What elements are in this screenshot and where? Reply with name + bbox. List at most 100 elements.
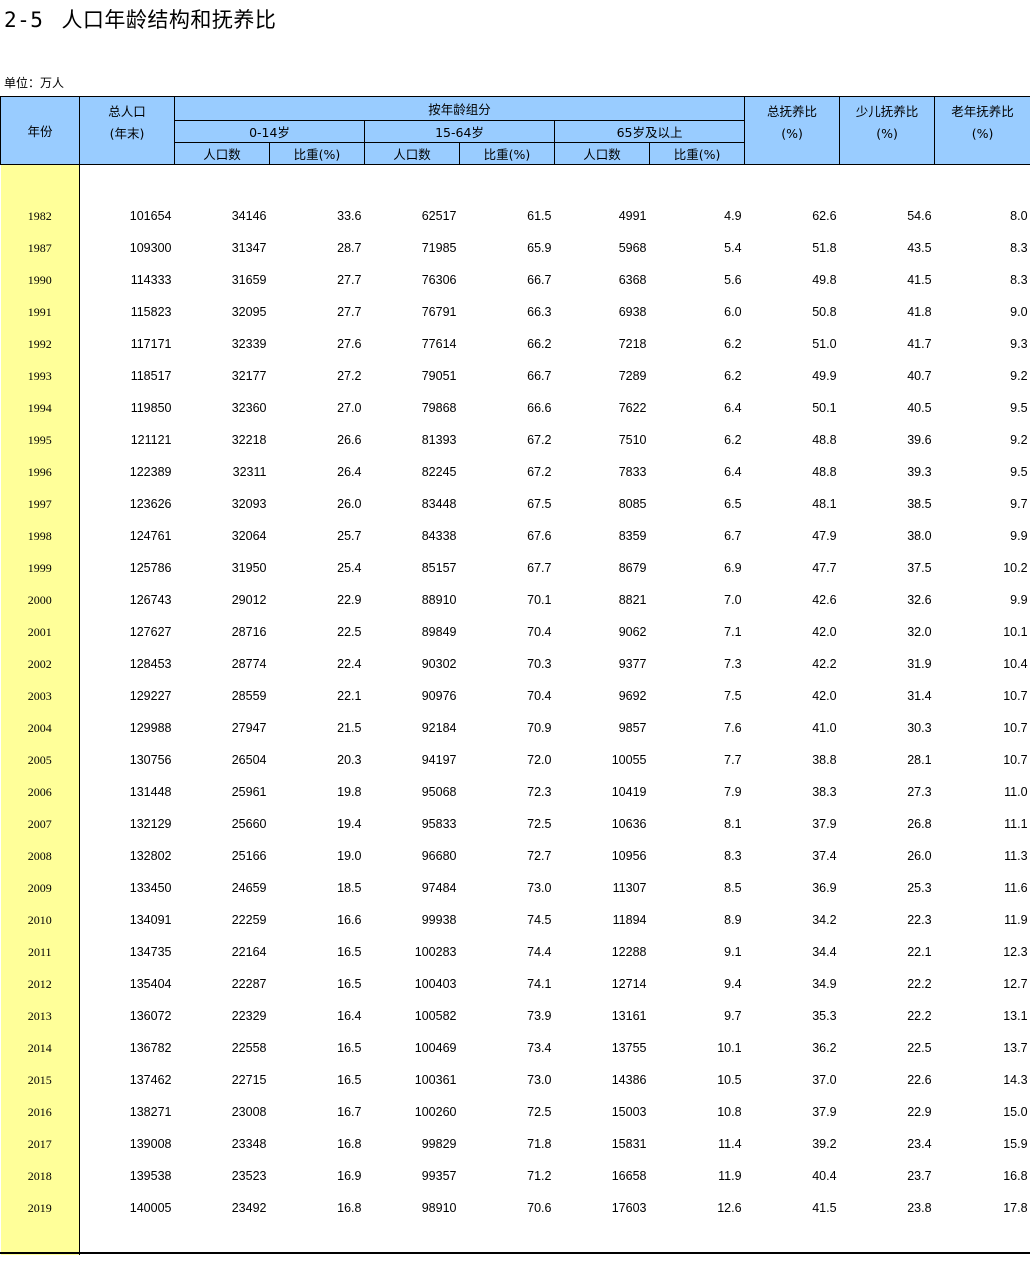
cell-year: 2013 bbox=[0, 1000, 80, 1032]
cell-total-population: 139008 bbox=[129, 1137, 172, 1151]
cell-total-dependency: 51.8 bbox=[812, 241, 837, 255]
header-child-dep-unit: (%) bbox=[876, 126, 898, 141]
table-row: 2019 140005 23492 16.8 98910 70.6 17603 12.6 41.… bbox=[0, 1192, 1030, 1224]
cell-share-0-14: 16.5 bbox=[337, 1041, 362, 1055]
cell-old-dependency: 9.7 bbox=[1010, 497, 1028, 511]
cell-share-0-14: 27.6 bbox=[337, 337, 362, 351]
cell-pop-15-64: 81393 bbox=[421, 433, 457, 447]
cell-share-0-14: 26.4 bbox=[337, 465, 362, 479]
cell-old-dependency: 8.0 bbox=[1010, 209, 1028, 223]
cell-pop-15-64: 100582 bbox=[414, 1009, 457, 1023]
header-total-dep-label: 总抚养比 bbox=[767, 104, 818, 119]
cell-pop-0-14: 22164 bbox=[231, 945, 267, 959]
cell-share-15-64: 74.1 bbox=[527, 977, 552, 991]
table-title-text: 人口年龄结构和抚养比 bbox=[61, 8, 277, 32]
cell-share-15-64: 74.5 bbox=[527, 913, 552, 927]
cell-share-65-plus: 6.2 bbox=[724, 433, 742, 447]
table-row: 1992 117171 32339 27.6 77614 66.2 7218 6.2 51.0 4… bbox=[0, 328, 1030, 360]
cell-year: 2007 bbox=[0, 808, 80, 840]
cell-share-0-14: 16.5 bbox=[337, 1073, 362, 1087]
cell-pop-0-14: 28559 bbox=[231, 689, 267, 703]
cell-share-65-plus: 6.9 bbox=[724, 561, 742, 575]
cell-old-dependency: 11.6 bbox=[1004, 881, 1028, 895]
cell-total-population: 125786 bbox=[129, 561, 172, 575]
cell-year: 2006 bbox=[0, 776, 80, 808]
cell-pop-15-64: 97484 bbox=[421, 881, 457, 895]
cell-share-15-64: 70.9 bbox=[527, 721, 552, 735]
cell-year: 2012 bbox=[0, 968, 80, 1000]
table-row: 2001 127627 28716 22.5 89849 70.4 9062 7.1 42.0 3… bbox=[0, 616, 1030, 648]
cell-share-0-14: 22.9 bbox=[337, 593, 362, 607]
cell-total-dependency: 36.2 bbox=[812, 1041, 837, 1055]
header-total-dependency: 总抚养比 (%) bbox=[744, 96, 841, 165]
cell-pop-65-plus: 11307 bbox=[612, 881, 647, 895]
cell-total-population: 127627 bbox=[129, 625, 172, 639]
table-row: 2009 133450 24659 18.5 97484 73.0 11307 8.5 36.9… bbox=[0, 872, 1030, 904]
cell-share-0-14: 33.6 bbox=[337, 209, 362, 223]
cell-share-15-64: 65.9 bbox=[527, 241, 552, 255]
header-share-15-64: 比重(%) bbox=[459, 142, 555, 165]
cell-pop-0-14: 32339 bbox=[231, 337, 267, 351]
header-group-15-64: 15-64岁 bbox=[364, 120, 555, 143]
table-row: 1997 123626 32093 26.0 83448 67.5 8085 6.5 48.1 3… bbox=[0, 488, 1030, 520]
cell-total-dependency: 40.4 bbox=[812, 1169, 837, 1183]
cell-total-dependency: 37.0 bbox=[812, 1073, 837, 1087]
cell-share-65-plus: 6.7 bbox=[724, 529, 742, 543]
cell-share-15-64: 66.6 bbox=[527, 401, 552, 415]
cell-pop-15-64: 90976 bbox=[421, 689, 457, 703]
cell-share-0-14: 16.4 bbox=[337, 1009, 362, 1023]
table-row: 2004 129988 27947 21.5 92184 70.9 9857 7.6 41.0 3… bbox=[0, 712, 1030, 744]
cell-pop-65-plus: 9692 bbox=[618, 689, 647, 703]
cell-child-dependency: 32.6 bbox=[907, 593, 932, 607]
cell-child-dependency: 32.0 bbox=[907, 625, 932, 639]
cell-share-15-64: 73.0 bbox=[527, 881, 552, 895]
cell-share-0-14: 27.2 bbox=[337, 369, 362, 383]
cell-total-dependency: 41.0 bbox=[812, 721, 837, 735]
cell-share-65-plus: 7.3 bbox=[724, 657, 742, 671]
unit-label: 单位：万人 bbox=[4, 76, 65, 90]
cell-old-dependency: 11.3 bbox=[1004, 849, 1028, 863]
cell-pop-0-14: 25166 bbox=[231, 849, 267, 863]
cell-old-dependency: 13.1 bbox=[1003, 1009, 1028, 1023]
cell-pop-15-64: 77614 bbox=[421, 337, 457, 351]
cell-share-0-14: 16.5 bbox=[337, 945, 362, 959]
cell-share-15-64: 71.8 bbox=[527, 1137, 552, 1151]
cell-child-dependency: 31.9 bbox=[907, 657, 932, 671]
cell-share-65-plus: 8.5 bbox=[724, 881, 742, 895]
cell-share-0-14: 16.7 bbox=[337, 1105, 362, 1119]
cell-share-65-plus: 8.1 bbox=[724, 817, 742, 831]
cell-pop-65-plus: 13161 bbox=[611, 1009, 647, 1023]
cell-year: 2016 bbox=[0, 1096, 80, 1128]
cell-old-dependency: 15.0 bbox=[1003, 1105, 1028, 1119]
table-row: 1982 101654 34146 33.6 62517 61.5 4991 4.9 62.6 5… bbox=[0, 200, 1030, 232]
table-row: 2007 132129 25660 19.4 95833 72.5 10636 8.1 37.9… bbox=[0, 808, 1030, 840]
cell-year: 2003 bbox=[0, 680, 80, 712]
cell-pop-0-14: 31347 bbox=[231, 241, 267, 255]
header-pop-65-plus: 人口数 bbox=[554, 142, 650, 165]
cell-share-0-14: 27.7 bbox=[337, 305, 362, 319]
table-row: 2008 132802 25166 19.0 96680 72.7 10956 8.3 37.4… bbox=[0, 840, 1030, 872]
cell-total-dependency: 34.2 bbox=[812, 913, 837, 927]
cell-total-population: 115823 bbox=[130, 305, 172, 319]
cell-share-65-plus: 12.6 bbox=[717, 1201, 742, 1215]
cell-child-dependency: 26.0 bbox=[907, 849, 932, 863]
cell-total-dependency: 42.0 bbox=[812, 689, 837, 703]
cell-child-dependency: 38.0 bbox=[907, 529, 932, 543]
cell-old-dependency: 11.0 bbox=[1004, 785, 1028, 799]
cell-share-65-plus: 10.1 bbox=[717, 1041, 742, 1055]
table-row: 1993 118517 32177 27.2 79051 66.7 7289 6.2 49.9 4… bbox=[0, 360, 1030, 392]
cell-old-dependency: 16.8 bbox=[1003, 1169, 1028, 1183]
cell-share-0-14: 19.0 bbox=[337, 849, 362, 863]
cell-pop-15-64: 98910 bbox=[421, 1201, 457, 1215]
cell-child-dependency: 39.6 bbox=[907, 433, 932, 447]
cell-old-dependency: 11.1 bbox=[1004, 817, 1028, 831]
table-row: 2013 136072 22329 16.4 100582 73.9 13161 9.7 35.… bbox=[0, 1000, 1030, 1032]
cell-total-dependency: 48.1 bbox=[812, 497, 837, 511]
cell-pop-65-plus: 14386 bbox=[611, 1073, 647, 1087]
cell-child-dependency: 37.5 bbox=[907, 561, 932, 575]
table-row: 1998 124761 32064 25.7 84338 67.6 8359 6.7 47.9 3… bbox=[0, 520, 1030, 552]
table-row: 1995 121121 32218 26.6 81393 67.2 7510 6.2 48.8 3… bbox=[0, 424, 1030, 456]
cell-pop-15-64: 79051 bbox=[421, 369, 457, 383]
cell-pop-15-64: 99938 bbox=[421, 913, 457, 927]
cell-share-65-plus: 5.4 bbox=[724, 241, 742, 255]
